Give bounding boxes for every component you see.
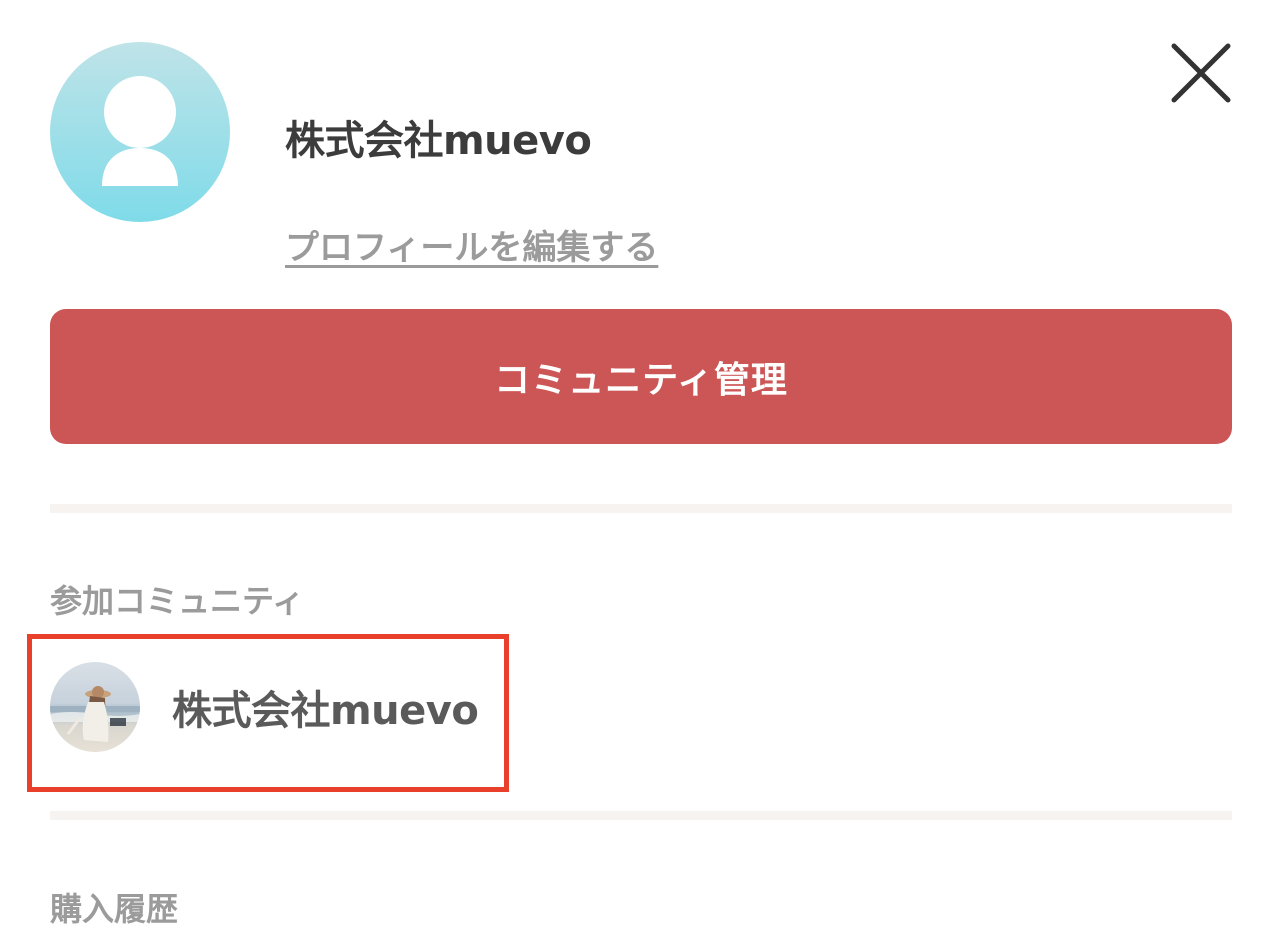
edit-profile-link[interactable]: プロフィールを編集する	[285, 220, 658, 269]
user-silhouette-icon	[102, 76, 178, 186]
beach-photo	[50, 662, 140, 752]
profile-menu: 株式会社muevo プロフィールを編集する コミュニティ管理 参加コミュニティ	[0, 0, 1276, 946]
profile-avatar	[50, 42, 230, 222]
divider	[50, 811, 1232, 820]
community-name: 株式会社muevo	[172, 688, 479, 734]
community-list-item[interactable]: 株式会社muevo	[50, 662, 479, 752]
close-icon	[1171, 43, 1231, 103]
divider	[50, 504, 1232, 513]
community-thumbnail	[50, 662, 140, 752]
purchase-history-title[interactable]: 購入履歴	[50, 884, 178, 930]
profile-name: 株式会社muevo	[285, 118, 592, 164]
joined-communities-title: 参加コミュニティ	[50, 582, 305, 620]
community-manage-label: コミュニティ管理	[494, 359, 788, 401]
community-manage-button[interactable]: コミュニティ管理	[50, 309, 1232, 444]
close-button[interactable]	[1166, 38, 1236, 108]
